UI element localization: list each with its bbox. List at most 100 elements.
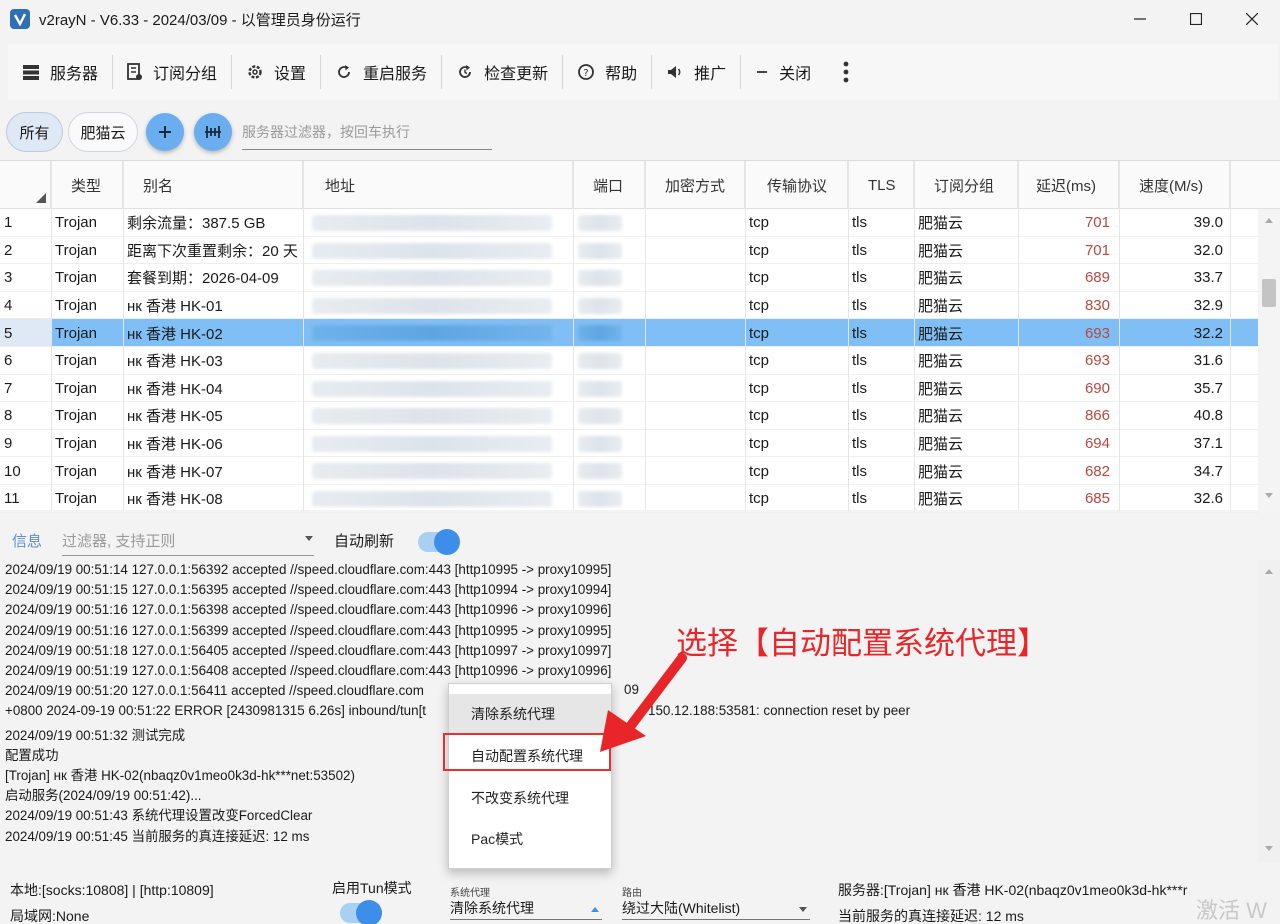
cell-no: 3: [4, 269, 13, 287]
filter-chip-group[interactable]: 肥猫云: [68, 112, 138, 152]
log-filter-input[interactable]: 过滤器, 支持正则: [62, 526, 314, 556]
auto-refresh-toggle[interactable]: [418, 529, 460, 555]
server-filter-input[interactable]: 服务器过滤器，按回车执行: [242, 114, 492, 150]
table-row[interactable]: 10 Trojan нк 香港 HK-07 tcp tls 肥猫云 682 34.7: [0, 457, 1258, 485]
menu-item-pac-mode[interactable]: Pac模式: [449, 819, 611, 859]
chevron-down-icon: [305, 536, 313, 541]
log-vertical-scrollbar[interactable]: [1258, 560, 1280, 862]
close-window-button[interactable]: [1224, 0, 1280, 38]
column-divider: [745, 161, 746, 511]
table-row[interactable]: 11 Trojan нк 香港 HK-08 tcp tls 肥猫云 685 32.6: [0, 485, 1258, 513]
help-menu-button[interactable]: ? 帮助: [563, 52, 651, 92]
add-subscription-button[interactable]: [146, 113, 184, 151]
promote-label: 推广: [694, 66, 727, 83]
cell-tls: tls: [852, 435, 867, 453]
log-line: 配置成功: [5, 747, 59, 763]
minimize-icon: [1134, 18, 1146, 20]
cell-no: 7: [4, 379, 13, 397]
column-header-port[interactable]: 端口: [573, 161, 645, 209]
title-bar: v2rayN - V6.33 - 2024/03/09 - 以管理员身份运行: [0, 0, 1280, 38]
filter-chip-all[interactable]: 所有: [6, 112, 63, 152]
cell-network: tcp: [749, 214, 770, 232]
cell-latency: 682: [1084, 462, 1110, 480]
table-row[interactable]: 8 Trojan нк 香港 HK-05 tcp tls 肥猫云 866 40.8: [0, 402, 1258, 430]
cell-no: 8: [4, 407, 13, 425]
table-row[interactable]: 3 Trojan 套餐到期：2026-04-09 tcp tls 肥猫云 689 33.7: [0, 264, 1258, 292]
cell-group: 肥猫云: [918, 215, 964, 233]
table-vertical-scrollbar[interactable]: [1258, 209, 1280, 511]
row-divider: [0, 511, 1258, 513]
system-proxy-select[interactable]: 清除系统代理: [450, 896, 602, 920]
subscription-settings-button[interactable]: [194, 113, 232, 151]
table-row[interactable]: 6 Trojan нк 香港 HK-03 tcp tls 肥猫云 693 31.6: [0, 347, 1258, 375]
column-divider: [303, 161, 304, 511]
cell-no: 6: [4, 352, 13, 370]
window-title: v2rayN - V6.33 - 2024/03/09 - 以管理员身份运行: [39, 11, 361, 29]
tun-mode-toggle[interactable]: [340, 900, 382, 924]
column-header-speed[interactable]: 速度(M/s): [1119, 161, 1230, 209]
cell-port-redacted: [578, 380, 622, 397]
column-divider: [1018, 161, 1019, 511]
restart-service-button[interactable]: 重启服务: [321, 52, 441, 92]
table-row[interactable]: 7 Trojan нк 香港 HK-04 tcp tls 肥猫云 690 35.7: [0, 375, 1258, 403]
cell-latency: 693: [1084, 324, 1110, 342]
settings-menu-button[interactable]: 设置: [232, 52, 320, 92]
cell-alias: нк 香港 HK-02: [127, 325, 223, 343]
table-row[interactable]: 4 Trojan нк 香港 HK-01 tcp tls 肥猫云 830 32.9: [0, 292, 1258, 320]
log-line: 2024/09/19 00:51:15 127.0.0.1:56395 acce…: [5, 582, 612, 598]
menu-item-label: 清除系统代理: [471, 706, 555, 722]
cell-type: Trojan: [55, 214, 97, 232]
check-update-button[interactable]: 检查更新: [442, 52, 562, 92]
cell-tls: tls: [852, 490, 867, 508]
column-header-alias[interactable]: 别名: [123, 161, 303, 209]
table-row[interactable]: 5 Trojan нк 香港 HK-02 tcp tls 肥猫云 693 32.2: [0, 319, 1258, 347]
select-all-corner[interactable]: [0, 161, 51, 209]
annotation-highlight-box: [443, 733, 611, 771]
cell-tls: tls: [852, 352, 867, 370]
table-row[interactable]: 1 Trojan 剩余流量：387.5 GB tcp tls 肥猫云 701 39.0: [0, 209, 1258, 237]
log-line: 2024/09/19 00:51:32 测试完成: [5, 727, 186, 743]
servers-menu-button[interactable]: 服务器: [8, 52, 112, 92]
lan-status: 局域网:None: [10, 908, 90, 924]
column-header-latency[interactable]: 延迟(ms): [1018, 161, 1119, 209]
server-icon: [23, 65, 39, 80]
maximize-button[interactable]: [1168, 0, 1224, 38]
minimize-button[interactable]: [1112, 0, 1168, 38]
column-header-network[interactable]: 传输协议: [745, 161, 848, 209]
cell-latency: 694: [1084, 435, 1110, 453]
close-app-button[interactable]: 关闭: [741, 52, 825, 92]
cell-no: 11: [4, 490, 20, 508]
cell-group: 肥猫云: [918, 380, 964, 398]
menu-item-label: 不改变系统代理: [471, 790, 569, 806]
cell-tls: tls: [852, 462, 867, 480]
cell-group: 肥猫云: [918, 353, 964, 371]
more-options-button[interactable]: [831, 61, 861, 83]
cell-address-redacted: [312, 463, 552, 480]
column-header-address[interactable]: 地址: [303, 161, 573, 209]
menu-item-clear-proxy[interactable]: 清除系统代理: [449, 694, 611, 734]
table-row[interactable]: 2 Trojan 距离下次重置剩余：20 天 tcp tls 肥猫云 701 32.0: [0, 237, 1258, 265]
tab-info[interactable]: 信息: [12, 530, 42, 551]
cell-port-redacted: [578, 463, 622, 480]
routing-select[interactable]: 绕过大陆(Whitelist): [622, 896, 810, 920]
cell-speed: 40.8: [1193, 407, 1223, 425]
subscription-menu-button[interactable]: 订阅分组: [113, 52, 231, 92]
auto-refresh-label: 自动刷新: [334, 533, 395, 550]
menu-item-keep-proxy[interactable]: 不改变系统代理: [449, 778, 611, 818]
cell-tls: tls: [852, 379, 867, 397]
promote-button[interactable]: 推广: [652, 52, 740, 92]
cell-type: Trojan: [55, 490, 97, 508]
column-header-security[interactable]: 加密方式: [645, 161, 745, 209]
svg-text:?: ?: [583, 68, 588, 79]
table-row[interactable]: 9 Trojan нк 香港 HK-06 tcp tls 肥猫云 694 37.1: [0, 430, 1258, 458]
menu-item-label: Pac模式: [471, 831, 524, 847]
close-icon: [1246, 13, 1258, 25]
cell-network: tcp: [749, 435, 770, 453]
column-header-type[interactable]: 类型: [51, 161, 123, 209]
column-header-group[interactable]: 订阅分组: [914, 161, 1018, 209]
cell-group: 肥猫云: [918, 298, 964, 316]
table-scroll-thumb[interactable]: [1262, 279, 1276, 307]
cell-type: Trojan: [55, 379, 97, 397]
more-vert-icon: [843, 61, 849, 83]
column-header-tls[interactable]: TLS: [848, 161, 914, 209]
